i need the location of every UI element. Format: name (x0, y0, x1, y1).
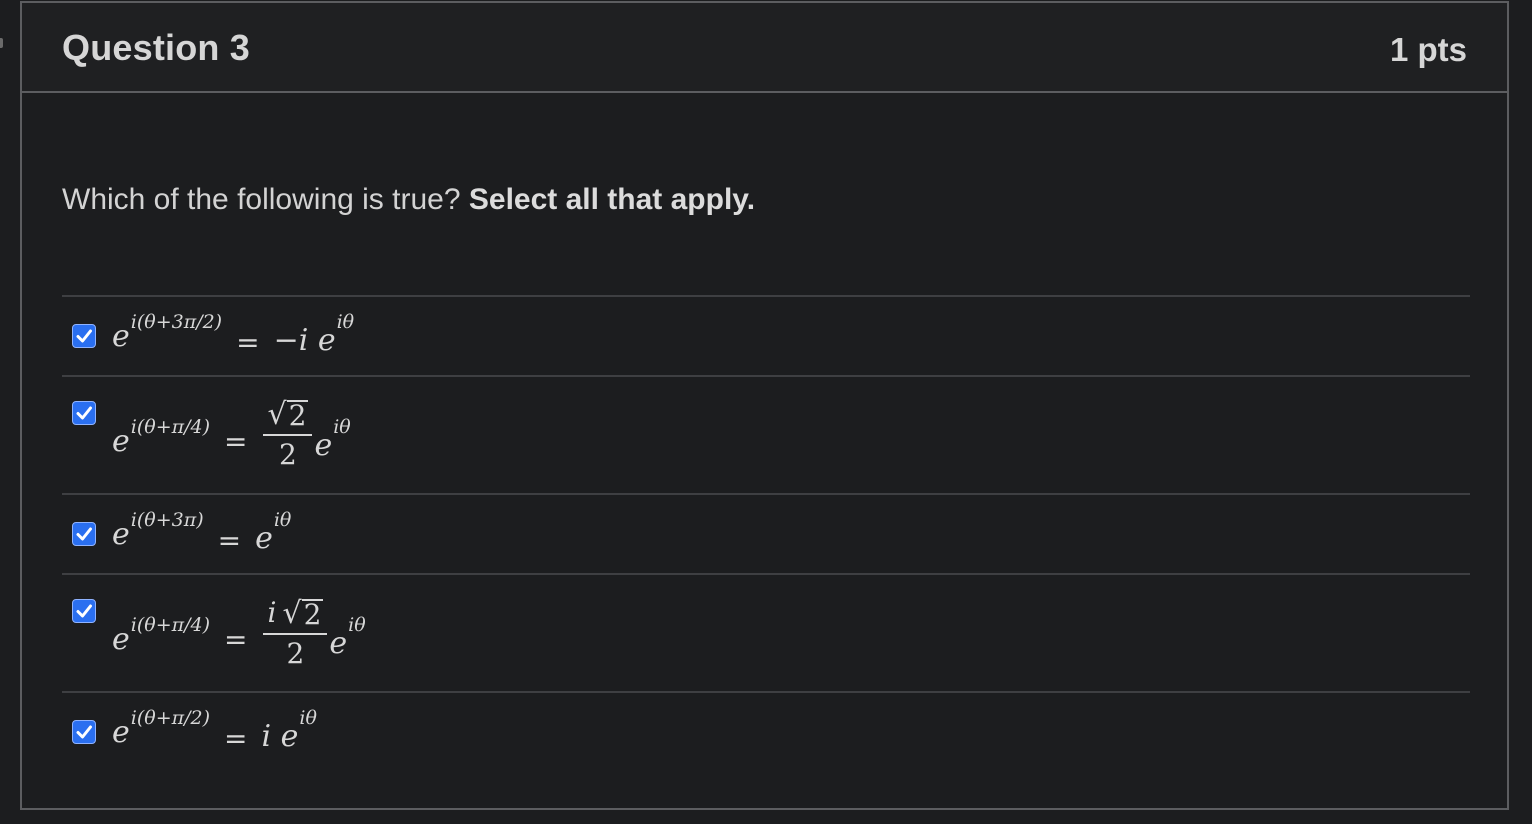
equation-rhs: i e (261, 718, 299, 754)
left-edge-marker (0, 38, 3, 48)
question-prompt-text: Which of the following is true? (62, 183, 461, 216)
answer-4-checkbox[interactable] (72, 599, 96, 623)
answer-option-3[interactable]: e i(θ+3π) = e iθ (62, 493, 1470, 573)
square-root: √ 2 (267, 396, 309, 432)
equation-rhs: −i e (273, 322, 336, 358)
equation-exponent: i(θ+3π) (130, 509, 204, 531)
equation-rhs-exponent: iθ (333, 416, 351, 438)
equals-sign: = (224, 622, 248, 656)
answer-5-checkbox[interactable] (72, 720, 96, 744)
question-header: Question 3 1 pts (22, 3, 1507, 93)
quiz-page: Question 3 1 pts Which of the following … (0, 0, 1532, 824)
answer-3-equation: e i(θ+3π) = e iθ (112, 509, 291, 559)
answer-option-2[interactable]: e i(θ+π/4) = √ 2 2 e iθ (62, 375, 1470, 493)
equation-base: e (112, 621, 130, 657)
equation-rhs: e (329, 625, 348, 661)
checkmark-icon (76, 725, 92, 739)
equation-rhs: e (314, 427, 333, 463)
checkmark-icon (76, 329, 92, 343)
equation-rhs: e (255, 520, 273, 556)
equals-sign: = (224, 424, 248, 458)
equation-base: e (112, 318, 130, 354)
equals-sign: = (217, 523, 242, 557)
equation-exponent: i(θ+π/4) (130, 416, 211, 438)
answer-2-checkbox[interactable] (72, 401, 96, 425)
equation-rhs-exponent: iθ (299, 707, 317, 729)
equals-sign: = (236, 325, 260, 359)
answer-4-equation: e i(θ+π/4) = i √ 2 2 e iθ (112, 583, 366, 683)
checkmark-icon (76, 527, 92, 541)
equation-base: e (112, 516, 130, 552)
fraction-numerator: √ 2 (263, 396, 313, 436)
equation-rhs-exponent: iθ (348, 614, 366, 636)
question-prompt-instruction: Select all that apply. (468, 183, 756, 216)
question-points: 1 pts (1389, 31, 1467, 68)
checkmark-icon (76, 406, 92, 420)
radicand: 2 (286, 398, 309, 432)
fraction: √ 2 2 (263, 396, 313, 471)
equation-rhs-exponent: iθ (336, 311, 355, 333)
equation-exponent: i(θ+3π/2) (130, 311, 223, 333)
equation-exponent: i(θ+π/4) (130, 614, 211, 636)
fraction-numerator: i √ 2 (263, 596, 328, 635)
answer-option-1[interactable]: e i(θ+3π/2) = −i e iθ (62, 295, 1470, 375)
answer-2-equation: e i(θ+π/4) = √ 2 2 e iθ (112, 385, 351, 485)
question-prompt: Which of the following is true? Select a… (62, 183, 755, 217)
square-root: √ 2 (282, 596, 324, 631)
answer-option-5[interactable]: e i(θ+π/2) = i e iθ (62, 691, 1470, 777)
answer-1-equation: e i(θ+3π/2) = −i e iθ (112, 311, 354, 361)
radicand: 2 (301, 598, 324, 631)
equation-rhs-exponent: iθ (273, 509, 292, 531)
radical-sign: √ (267, 396, 287, 432)
equation-exponent: i(θ+π/2) (130, 707, 211, 729)
equals-sign: = (224, 721, 248, 755)
equation-base: e (112, 423, 130, 459)
radical-sign: √ (282, 596, 302, 631)
checkmark-icon (76, 604, 92, 618)
equation-base: e (112, 714, 130, 750)
answer-1-checkbox[interactable] (72, 324, 96, 348)
fraction-denominator: 2 (279, 437, 297, 471)
answer-list: e i(θ+3π/2) = −i e iθ e i(θ+π/4) = √ 2 2… (62, 295, 1470, 777)
question-card: Question 3 1 pts Which of the following … (20, 1, 1509, 810)
numerator-prefix: i (267, 596, 277, 629)
fraction: i √ 2 2 (263, 596, 328, 670)
answer-5-equation: e i(θ+π/2) = i e iθ (112, 707, 317, 757)
answer-option-4[interactable]: e i(θ+π/4) = i √ 2 2 e iθ (62, 573, 1470, 691)
answer-3-checkbox[interactable] (72, 522, 96, 546)
question-title: Question 3 (62, 27, 251, 68)
fraction-denominator: 2 (286, 637, 305, 670)
